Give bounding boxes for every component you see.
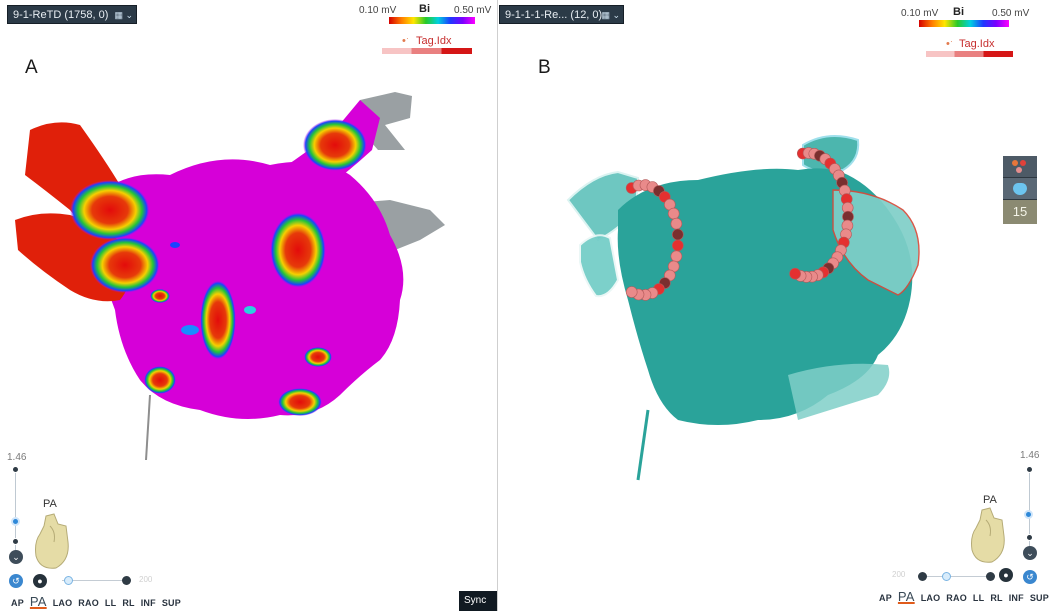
slider-value-label: 200 [892,570,906,579]
zoom-min-dot[interactable] [1026,534,1033,541]
heart-orientation-icon[interactable] [968,506,1012,564]
scar-patch-inferolateral [144,366,176,394]
ablation-tag[interactable] [670,217,683,230]
view-tab-inf[interactable]: INF [1009,593,1024,603]
ablation-tag[interactable] [625,286,638,298]
transparency-icon[interactable] [1003,178,1037,200]
left-vein-lower-shell [579,234,620,298]
inferior-flap [788,363,890,420]
opacity-slider-knob[interactable] [942,572,951,581]
view-tab-ll[interactable]: LL [973,593,984,603]
zoom-handle[interactable] [11,517,20,526]
reset-view-icon[interactable]: ↺ [1023,570,1037,584]
view-tab-inf[interactable]: INF [141,598,156,608]
opacity-slider-end[interactable] [122,576,131,585]
anatomy-shell-3d[interactable] [498,0,1018,611]
view-tabs-b: AP PA LAO RAO LL RL INF SUP [879,589,1049,604]
scar-patch-center [200,280,236,360]
scar-patch-small [304,347,332,367]
view-tab-rao[interactable]: RAO [946,593,967,603]
view-tab-ap[interactable]: AP [11,598,24,608]
side-toolbar: 15 [1003,156,1037,224]
view-tab-ap[interactable]: AP [879,593,892,603]
zoom-value: 1.46 [1020,450,1040,461]
zoom-max-dot[interactable] [12,466,19,473]
sync-button[interactable]: Sync [459,591,497,611]
scar-patch-vein-ostium [303,119,367,171]
camera-icon[interactable]: ● [33,574,47,588]
zoom-handle[interactable] [1024,510,1033,519]
scar-patch-lateral-lower [90,237,160,293]
opacity-slider-end[interactable] [986,572,995,581]
view-tab-pa[interactable]: PA [898,589,915,604]
view-tab-ll[interactable]: LL [105,598,116,608]
ablation-tag[interactable] [672,239,684,252]
island-3 [170,242,180,248]
island-1 [181,325,199,335]
dual-map-viewer: 9-1-ReTD (1758, 0) ▦ ⌄ 0.10 mV Bi 0.50 m… [0,0,1052,611]
view-tab-rao[interactable]: RAO [78,598,99,608]
zoom-min-dot[interactable] [12,538,19,545]
scar-patch-lateral-upper [70,180,150,240]
view-tab-lao[interactable]: LAO [921,593,941,603]
tag-count: 15 [1003,200,1037,224]
ablation-tag[interactable] [672,228,684,241]
view-tab-lao[interactable]: LAO [53,598,73,608]
map-panel-a: 9-1-ReTD (1758, 0) ▦ ⌄ 0.10 mV Bi 0.50 m… [0,0,496,611]
ablation-tag[interactable] [670,250,683,263]
rotate-down-icon[interactable]: ⌄ [1023,546,1037,560]
view-tab-sup[interactable]: SUP [1030,593,1049,603]
view-tab-sup[interactable]: SUP [162,598,181,608]
ablation-tag[interactable] [667,207,680,220]
slider-value-label: 200 [139,575,153,584]
tags-icon[interactable] [1003,156,1037,178]
view-tab-rl[interactable]: RL [122,598,134,608]
scar-patch-inferior [278,388,322,416]
opacity-slider-start[interactable] [918,572,927,581]
orientation-label: PA [43,498,57,510]
opacity-slider-track[interactable] [922,576,990,577]
reset-view-icon[interactable]: ↺ [9,574,23,588]
map-panel-b: 9-1-1-1-Re... (12, 0) ▦ ⌄ 0.10 mV Bi 0.5… [497,0,1052,611]
camera-icon[interactable]: ● [999,568,1013,582]
rotate-down-icon[interactable]: ⌄ [9,550,23,564]
heart-orientation-icon[interactable] [32,512,76,570]
opacity-slider-knob[interactable] [64,576,73,585]
ablation-tag[interactable] [789,267,801,280]
orientation-label: PA [983,494,997,506]
scar-spot [150,289,170,303]
catheter-trace [145,394,151,461]
view-tab-pa[interactable]: PA [30,594,47,609]
scar-patch-posterior [270,212,326,288]
catheter-trace [636,409,650,481]
zoom-max-dot[interactable] [1026,466,1033,473]
view-tab-rl[interactable]: RL [990,593,1002,603]
view-tabs-a: AP PA LAO RAO LL RL INF SUP [11,594,181,609]
zoom-value: 1.46 [7,452,27,463]
island-2 [244,306,256,314]
